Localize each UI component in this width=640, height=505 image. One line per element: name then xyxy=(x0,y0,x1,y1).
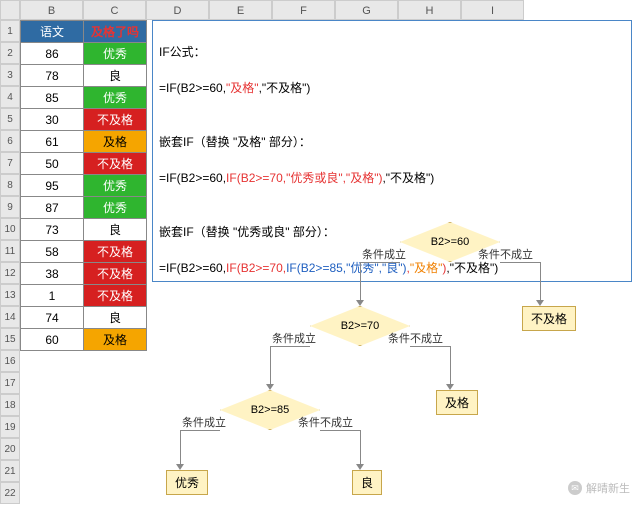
cell-score[interactable]: 85 xyxy=(21,87,84,109)
flowchart: B2>=60 条件成立 条件不成立 不及格 B2>=70 条件成立 条件不成立 … xyxy=(130,222,630,502)
cell-score[interactable]: 30 xyxy=(21,109,84,131)
cell-score[interactable]: 86 xyxy=(21,43,84,65)
label-true: 条件成立 xyxy=(362,246,406,262)
result-excellent: 优秀 xyxy=(166,470,208,495)
result-pass: 及格 xyxy=(436,390,478,415)
label-false: 条件不成立 xyxy=(478,246,533,262)
row-headers: 12345678910111213141516171819202122 xyxy=(0,20,20,504)
cell-status[interactable]: 优秀 xyxy=(84,175,147,197)
cell-score[interactable]: 50 xyxy=(21,153,84,175)
cell-status[interactable]: 良 xyxy=(84,65,147,87)
cell-score[interactable]: 38 xyxy=(21,263,84,285)
cell-score[interactable]: 1 xyxy=(21,285,84,307)
result-fail: 不及格 xyxy=(522,306,576,331)
cell-score[interactable]: 58 xyxy=(21,241,84,263)
header-status[interactable]: 及格了吗 xyxy=(84,21,147,43)
cell-status[interactable]: 不及格 xyxy=(84,109,147,131)
cell-score[interactable]: 61 xyxy=(21,131,84,153)
label-true: 条件成立 xyxy=(182,414,226,430)
label-false: 条件不成立 xyxy=(388,330,443,346)
cell-status[interactable]: 不及格 xyxy=(84,153,147,175)
cell-score[interactable]: 87 xyxy=(21,197,84,219)
cell-status[interactable]: 优秀 xyxy=(84,43,147,65)
cell-score[interactable]: 74 xyxy=(21,307,84,329)
label-false: 条件不成立 xyxy=(298,414,353,430)
cell-status[interactable]: 优秀 xyxy=(84,197,147,219)
result-good: 良 xyxy=(352,470,382,495)
spreadsheet-table[interactable]: 语文 及格了吗 86优秀78良85优秀30不及格61及格50不及格95优秀87优… xyxy=(20,20,147,351)
cell-score[interactable]: 78 xyxy=(21,65,84,87)
cell-status[interactable]: 优秀 xyxy=(84,87,147,109)
cell-status[interactable]: 及格 xyxy=(84,131,147,153)
cell-score[interactable]: 95 xyxy=(21,175,84,197)
label-true: 条件成立 xyxy=(272,330,316,346)
header-score[interactable]: 语文 xyxy=(21,21,84,43)
cell-score[interactable]: 60 xyxy=(21,329,84,351)
cell-score[interactable]: 73 xyxy=(21,219,84,241)
wechat-icon: ✉ xyxy=(568,481,582,495)
watermark: ✉ 解晴新生 xyxy=(568,480,630,496)
column-headers: B C D E F G H I xyxy=(0,0,524,20)
